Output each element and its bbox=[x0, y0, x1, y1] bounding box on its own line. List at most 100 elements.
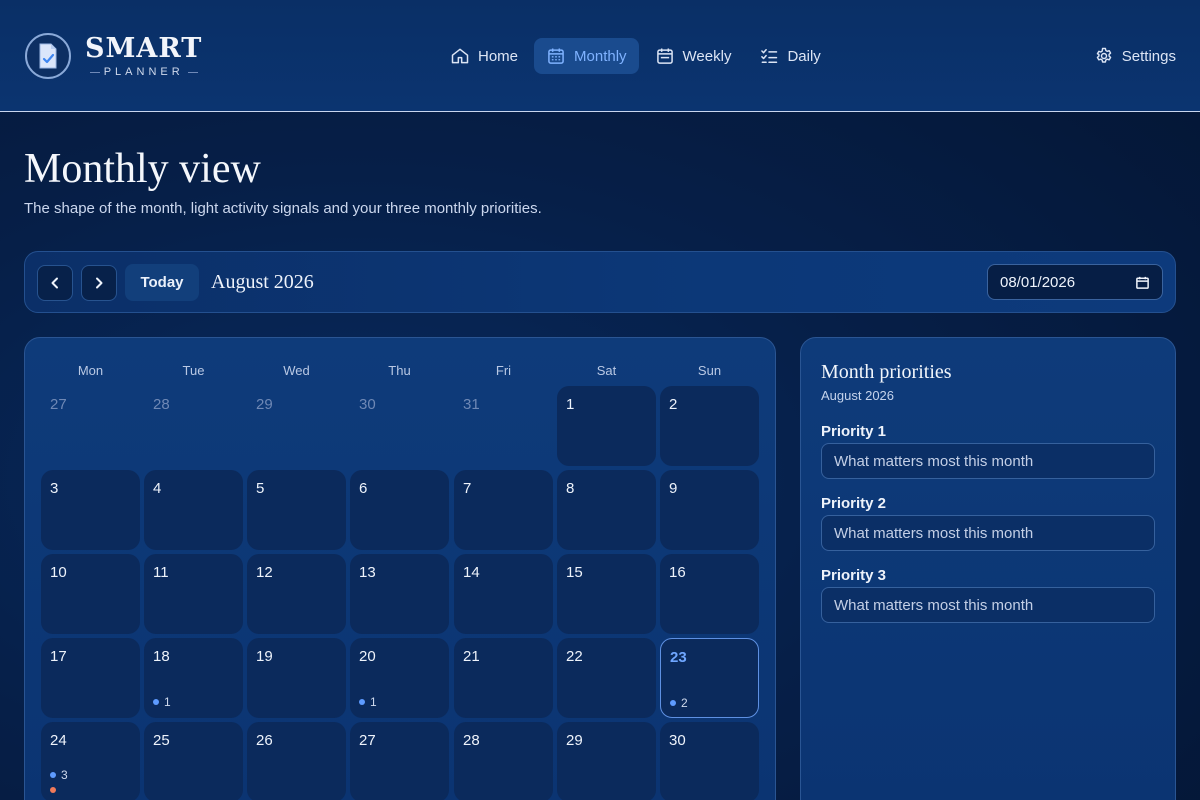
activity-count: 2 bbox=[681, 696, 688, 710]
activity-signal: 1 bbox=[153, 695, 171, 709]
day-number: 22 bbox=[566, 648, 583, 665]
calendar-day[interactable]: 30 bbox=[350, 386, 449, 466]
brand-subtitle: PLANNER bbox=[86, 66, 202, 78]
calendar-day[interactable]: 20 1 bbox=[350, 638, 449, 718]
calendar-day[interactable]: 21 bbox=[454, 638, 553, 718]
next-month-button[interactable] bbox=[81, 265, 117, 301]
weekday-header: Thu bbox=[388, 363, 411, 378]
calendar-day[interactable]: 2 bbox=[660, 386, 759, 466]
calendar-day[interactable]: 26 bbox=[247, 722, 346, 800]
priority-2-input[interactable] bbox=[821, 515, 1155, 551]
day-number: 1 bbox=[566, 396, 575, 413]
day-number: 3 bbox=[50, 480, 59, 497]
calendar-day[interactable]: 1 bbox=[557, 386, 656, 466]
weekday-header: Fri bbox=[495, 363, 512, 378]
calendar-day[interactable]: 27 bbox=[41, 386, 140, 466]
weekday-header: Sat bbox=[596, 363, 617, 378]
day-number: 11 bbox=[153, 564, 169, 581]
calendar-day[interactable]: 15 bbox=[557, 554, 656, 634]
priority-1-input[interactable] bbox=[821, 443, 1155, 479]
planner-logo-icon bbox=[25, 33, 71, 79]
calendar-day[interactable]: 10 bbox=[41, 554, 140, 634]
calendar-day[interactable]: 29 bbox=[247, 386, 346, 466]
month-calendar: Mon Tue Wed Thu Fri Sat Sun 27 28 29 30 31 1 2 3 4 5 6 7 8 9… bbox=[24, 337, 776, 800]
nav-home[interactable]: Home bbox=[438, 38, 530, 74]
day-number: 8 bbox=[566, 480, 575, 497]
brand-name: SMART bbox=[85, 33, 203, 64]
day-number: 25 bbox=[153, 732, 170, 749]
day-number: 17 bbox=[50, 648, 67, 665]
day-number: 20 bbox=[359, 648, 376, 665]
activity-dot-icon bbox=[50, 772, 56, 778]
calendar-day[interactable]: 19 bbox=[247, 638, 346, 718]
gear-icon bbox=[1096, 47, 1112, 63]
calendar-day[interactable]: 7 bbox=[454, 470, 553, 550]
calendar-day[interactable]: 6 bbox=[350, 470, 449, 550]
day-number: 4 bbox=[153, 480, 162, 497]
nav-weekly-label: Weekly bbox=[682, 47, 732, 65]
weekday-header: Sun bbox=[697, 363, 722, 378]
priority-3-input[interactable] bbox=[821, 587, 1155, 623]
calendar-day[interactable]: 28 bbox=[144, 386, 243, 466]
calendar-day[interactable]: 27 bbox=[350, 722, 449, 800]
day-number: 14 bbox=[463, 564, 480, 581]
day-number: 29 bbox=[566, 732, 583, 749]
day-number: 2 bbox=[669, 396, 678, 413]
calendar-day[interactable]: 24 3 bbox=[41, 722, 140, 800]
calendar-day[interactable]: 5 bbox=[247, 470, 346, 550]
day-number: 27 bbox=[50, 396, 67, 413]
calendar-day[interactable]: 13 bbox=[350, 554, 449, 634]
calendar-day[interactable]: 18 1 bbox=[144, 638, 243, 718]
day-number: 7 bbox=[463, 480, 472, 497]
day-number: 9 bbox=[669, 480, 678, 497]
calendar-day[interactable]: 28 bbox=[454, 722, 553, 800]
priority-1-label: Priority 1 bbox=[821, 423, 887, 440]
previous-month-button[interactable] bbox=[37, 265, 73, 301]
calendar-day[interactable]: 12 bbox=[247, 554, 346, 634]
calendar-day[interactable]: 30 bbox=[660, 722, 759, 800]
date-picker-input[interactable]: 08/01/2026 bbox=[987, 264, 1163, 300]
calendar-day[interactable]: 14 bbox=[454, 554, 553, 634]
settings-button[interactable]: Settings bbox=[1094, 38, 1176, 74]
brand[interactable]: SMART PLANNER bbox=[25, 33, 202, 79]
priorities-subtitle: August 2026 bbox=[821, 388, 895, 403]
nav-weekly[interactable]: Weekly bbox=[643, 38, 744, 74]
calendar-day[interactable]: 25 bbox=[144, 722, 243, 800]
calendar-day-today[interactable]: 23 2 bbox=[660, 638, 759, 718]
calendar-day[interactable]: 8 bbox=[557, 470, 656, 550]
date-value: 08/01/2026 bbox=[1000, 273, 1076, 291]
calendar-day[interactable]: 4 bbox=[144, 470, 243, 550]
day-number: 30 bbox=[359, 396, 376, 413]
calendar-month-icon bbox=[548, 48, 564, 64]
weekday-header: Wed bbox=[283, 363, 310, 378]
calendar-day[interactable]: 17 bbox=[41, 638, 140, 718]
day-number: 26 bbox=[256, 732, 273, 749]
calendar-picker-icon[interactable] bbox=[1135, 275, 1150, 290]
activity-dot-icon bbox=[50, 787, 56, 793]
today-button[interactable]: Today bbox=[125, 264, 199, 301]
priorities-title: Month priorities bbox=[821, 361, 952, 383]
day-number: 15 bbox=[566, 564, 583, 581]
day-number: 29 bbox=[256, 396, 273, 413]
day-number: 27 bbox=[359, 732, 376, 749]
calendar-day[interactable]: 9 bbox=[660, 470, 759, 550]
calendar-day[interactable]: 3 bbox=[41, 470, 140, 550]
calendar-day[interactable]: 31 bbox=[454, 386, 553, 466]
nav-daily[interactable]: Daily bbox=[747, 38, 832, 74]
calendar-day[interactable]: 11 bbox=[144, 554, 243, 634]
priority-3-label: Priority 3 bbox=[821, 567, 887, 584]
nav-monthly[interactable]: Monthly bbox=[534, 38, 639, 74]
nav-home-label: Home bbox=[478, 47, 519, 65]
day-number: 19 bbox=[256, 648, 273, 665]
day-number: 21 bbox=[463, 648, 480, 665]
day-number: 18 bbox=[153, 648, 170, 665]
calendar-day[interactable]: 29 bbox=[557, 722, 656, 800]
main-nav: Home Monthly Weekly Daily bbox=[438, 38, 833, 74]
calendar-day[interactable]: 22 bbox=[557, 638, 656, 718]
month-priorities-panel: Month priorities August 2026 Priority 1 … bbox=[800, 337, 1176, 800]
home-icon bbox=[451, 48, 469, 64]
activity-count: 1 bbox=[164, 695, 171, 709]
day-number: 10 bbox=[50, 564, 67, 581]
day-number: 30 bbox=[669, 732, 686, 749]
calendar-day[interactable]: 16 bbox=[660, 554, 759, 634]
